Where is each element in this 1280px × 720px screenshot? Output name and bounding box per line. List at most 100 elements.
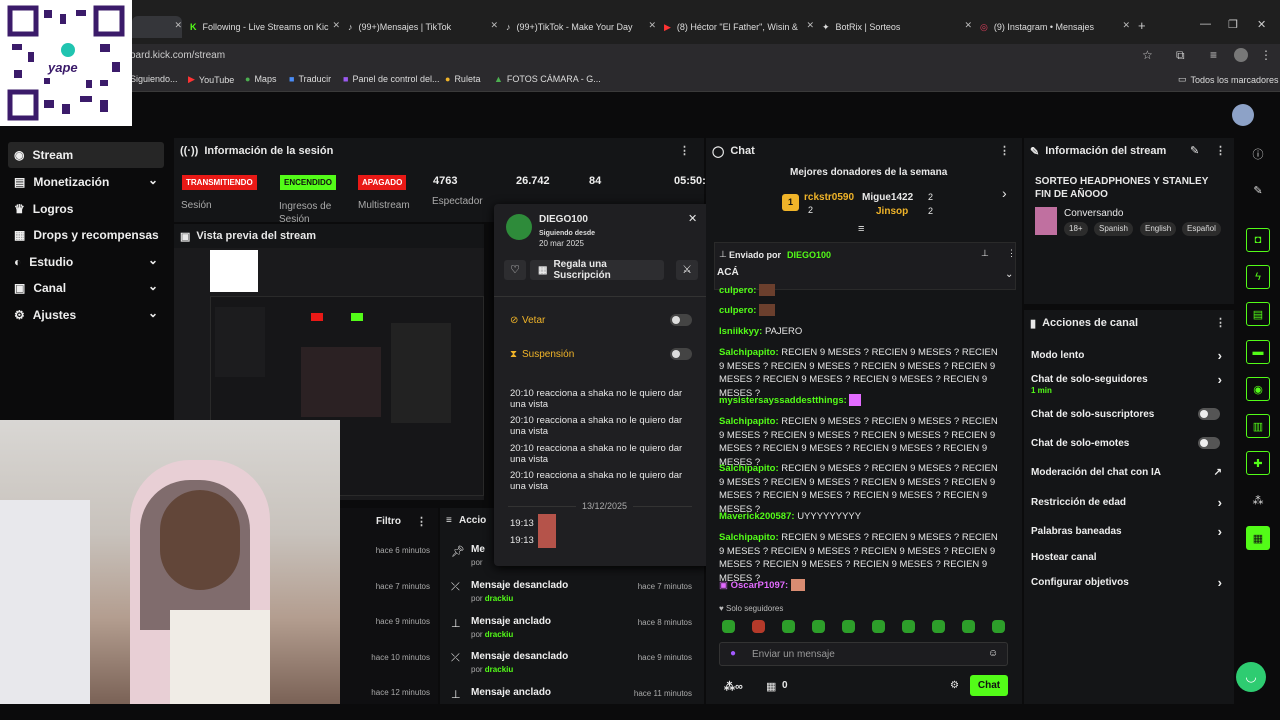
all-bookmarks[interactable]: ▭ Todos los marcadores [1178, 74, 1279, 85]
more-icon[interactable]: ⋮ [999, 144, 1010, 157]
camera-icon[interactable]: ◘ [1246, 228, 1270, 252]
url-text[interactable]: oard.kick.com/stream [130, 50, 225, 61]
sidebar-item-stream[interactable]: ◉ Stream [8, 142, 164, 168]
edit-icon[interactable]: ✎ [1190, 144, 1199, 157]
action-palabras-baneadas[interactable]: Palabras baneadas › [1031, 524, 1226, 539]
bookmark-traducir[interactable]: ■ Traducir [289, 74, 331, 84]
support-chat-icon[interactable]: ◡ [1236, 662, 1266, 692]
ban-toggle[interactable] [670, 314, 692, 326]
tab-kick-following[interactable]: K Following - Live Streams on Kic ✕ [190, 16, 340, 38]
info-icon[interactable]: ⓘ [1246, 142, 1270, 166]
action-solo-emotes[interactable]: Chat de solo-emotes [1031, 437, 1226, 449]
tab-tiktok[interactable]: ♪ (99+)TikTok - Make Your Day ✕ [506, 16, 656, 38]
close-icon[interactable]: ✕ [806, 20, 814, 31]
more-icon[interactable]: ⋮ [1007, 248, 1016, 259]
media-icon[interactable]: ≡ [1210, 48, 1217, 62]
emote-button[interactable] [842, 620, 855, 633]
restore-icon[interactable]: ❐ [1228, 18, 1238, 31]
edit-icon[interactable]: ✎ [1246, 178, 1270, 202]
sidebar-item-logros[interactable]: ♛ Logros [8, 196, 164, 222]
profile-avatar[interactable] [1234, 48, 1248, 62]
tab-botrix[interactable]: ✦ BotRix | Sorteos ✕ [822, 16, 972, 38]
star-icon[interactable]: ☆ [1142, 48, 1153, 62]
chat-input[interactable]: ● Enviar un mensaje ☺ [719, 642, 1008, 666]
subs-only-toggle[interactable] [1198, 408, 1220, 420]
gift-icon[interactable]: ▦ [766, 680, 776, 693]
address-bar[interactable]: oard.kick.com/stream ☆ ⧉ ≡ ⋮ [0, 44, 1280, 68]
user-avatar[interactable] [1232, 104, 1254, 126]
chat-bubble-icon[interactable]: ▬ [1246, 340, 1270, 364]
chevron-right-icon[interactable]: › [1002, 185, 1007, 201]
pin-icon[interactable]: ⊥ [981, 248, 989, 259]
emote-button[interactable] [962, 620, 975, 633]
tab-tiktok-messages[interactable]: ♪ (99+)Mensajes | TikTok ✕ [348, 16, 498, 38]
broadcast-icon[interactable]: ◉ [1246, 377, 1270, 401]
close-icon[interactable]: ✕ [648, 20, 656, 31]
more-icon[interactable]: ⋮ [1215, 144, 1226, 157]
more-icon[interactable]: ⋮ [1215, 316, 1226, 329]
action-modo-lento[interactable]: Modo lento › [1031, 348, 1226, 363]
sidebar-item-drops[interactable]: ▦ Drops y recompensas [8, 222, 164, 248]
points-icon[interactable]: ⁂∞ [724, 680, 743, 693]
trash-icon[interactable]: ▥ [1246, 414, 1270, 438]
filter-label[interactable]: Filtro [376, 516, 401, 527]
emote-button[interactable] [782, 620, 795, 633]
emote-button[interactable] [722, 620, 735, 633]
emoji-icon[interactable]: ☺ [988, 648, 998, 659]
emote-button[interactable] [902, 620, 915, 633]
action-moderacion-ia[interactable]: Moderación del chat con IA ↗ [1031, 467, 1226, 478]
clips-icon[interactable]: ▦ [1246, 526, 1270, 550]
emote-button[interactable] [872, 620, 885, 633]
bookmark-maps[interactable]: ● Maps [245, 74, 276, 84]
lightning-icon[interactable]: ϟ [1246, 265, 1270, 289]
action-configurar-objetivos[interactable]: Configurar objetivos › [1031, 575, 1226, 590]
bookmark-fotos[interactable]: ▲ FOTOS CÁMARA - G... [494, 74, 601, 84]
bookmark-siguiendo[interactable]: Siguiendo... [130, 74, 178, 84]
emotes-only-toggle[interactable] [1198, 437, 1220, 449]
tab-active-dashboard[interactable]: ✕ [132, 16, 182, 38]
extensions-icon[interactable]: ⧉ [1176, 48, 1185, 63]
action-solo-seguidores[interactable]: Chat de solo-seguidores 1 min › [1031, 372, 1226, 396]
gear-icon[interactable]: ⚙ [950, 680, 959, 691]
emote-button[interactable] [812, 620, 825, 633]
sidebar-item-ajustes[interactable]: ⚙ Ajustes ⌄ [8, 302, 164, 328]
emote-button[interactable] [992, 620, 1005, 633]
close-icon[interactable]: ✕ [490, 20, 498, 31]
chat-send-button[interactable]: Chat [970, 675, 1008, 696]
tab-youtube[interactable]: ▶ (8) Héctor "El Father", Wisin & ✕ [664, 16, 814, 38]
action-restriccion-edad[interactable]: Restricción de edad › [1031, 495, 1226, 510]
emote-button[interactable] [932, 620, 945, 633]
close-icon[interactable]: ✕ [1122, 20, 1130, 31]
menu-icon[interactable]: ⋮ [1260, 48, 1272, 62]
bookmark-ruleta[interactable]: ● Ruleta [445, 74, 480, 84]
sidebar-item-canal[interactable]: ▣ Canal ⌄ [8, 275, 164, 301]
close-icon[interactable]: ✕ [332, 20, 340, 31]
collapse-icon[interactable]: ≡ [858, 223, 864, 235]
notes-icon[interactable]: ▤ [1246, 302, 1270, 326]
mic-icon[interactable]: ● [730, 648, 736, 659]
bookmark-youtube[interactable]: ▶ YouTube [188, 74, 234, 85]
sidebar-item-estudio[interactable]: ◐ Estudio ⌄ [8, 249, 164, 275]
emote-button[interactable] [752, 620, 765, 633]
close-icon[interactable]: ✕ [964, 20, 972, 31]
mod-action-button[interactable]: ⚔ [676, 260, 698, 280]
chevron-down-icon[interactable]: ⌄ [1005, 269, 1013, 280]
more-icon[interactable]: ⋮ [679, 144, 690, 157]
minimize-icon[interactable]: — [1200, 18, 1211, 30]
bookmark-panel[interactable]: ■ Panel de control del... [343, 74, 440, 84]
nodes-icon[interactable]: ⁂ [1246, 488, 1270, 512]
gift-sub-button[interactable]: ▦ Regala una Suscripción [530, 259, 664, 281]
wrench-icon[interactable]: ✚ [1246, 451, 1270, 475]
follow-heart-button[interactable]: ♡ [504, 260, 526, 280]
more-icon[interactable]: ⋮ [416, 515, 427, 528]
action-hostear-canal[interactable]: Hostear canal [1031, 552, 1226, 563]
action-solo-suscriptores[interactable]: Chat de solo-suscriptores [1031, 408, 1226, 420]
suspension-toggle[interactable] [670, 348, 692, 360]
sidebar-item-monetizacion[interactable]: ▤ Monetización ⌄ [8, 169, 164, 195]
close-icon[interactable]: ✕ [688, 212, 697, 225]
new-tab-icon[interactable]: + [1138, 18, 1146, 33]
close-icon[interactable]: ✕ [174, 20, 182, 31]
close-window-icon[interactable]: ✕ [1257, 18, 1266, 31]
stream-category[interactable]: Conversando [1064, 208, 1123, 219]
tab-instagram[interactable]: ◎ (9) Instagram • Mensajes ✕ [980, 16, 1130, 38]
